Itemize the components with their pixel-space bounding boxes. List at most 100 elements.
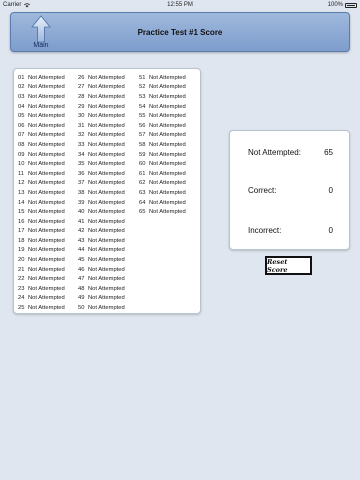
up-arrow-icon (31, 15, 51, 43)
question-status: Not Attempted (149, 170, 186, 177)
question-row: 38 Not Attempted (78, 188, 125, 198)
question-row: 47 Not Attempted (78, 274, 125, 284)
question-number: 09 (18, 151, 25, 158)
question-row: 62 Not Attempted (139, 179, 186, 189)
question-number: 64 (139, 199, 146, 206)
incorrect-label: Incorrect: (248, 225, 282, 235)
question-row: 46 Not Attempted (78, 265, 125, 275)
question-status: Not Attempted (28, 218, 65, 225)
question-status: Not Attempted (149, 113, 186, 120)
question-row: 33 Not Attempted (78, 140, 125, 150)
question-row: 12 Not Attempted (18, 179, 65, 189)
question-status: Not Attempted (149, 132, 186, 139)
not-attempted-value: 65 (324, 147, 333, 157)
question-row: 31 Not Attempted (78, 121, 125, 131)
question-number: 30 (78, 113, 85, 120)
question-number: 40 (78, 209, 85, 216)
question-status: Not Attempted (28, 276, 65, 283)
question-number: 31 (78, 122, 85, 129)
question-status: Not Attempted (149, 189, 186, 196)
question-row: 08 Not Attempted (18, 140, 65, 150)
main-button[interactable]: Main (27, 13, 55, 53)
question-status: Not Attempted (88, 189, 125, 196)
question-status: Not Attempted (28, 122, 65, 129)
question-row: 43 Not Attempted (78, 236, 125, 246)
question-status: Not Attempted (88, 84, 125, 91)
question-number: 36 (78, 170, 85, 177)
question-status: Not Attempted (28, 151, 65, 158)
question-status: Not Attempted (28, 199, 65, 206)
question-number: 23 (18, 285, 25, 292)
question-number: 34 (78, 151, 85, 158)
question-row: 54 Not Attempted (139, 102, 186, 112)
question-number: 43 (78, 237, 85, 244)
question-row: 10 Not Attempted (18, 159, 65, 169)
not-attempted-row: Not Attempted: 65 (248, 146, 335, 158)
question-number: 63 (139, 189, 146, 196)
question-row: 63 Not Attempted (139, 188, 186, 198)
question-number: 25 (18, 305, 25, 312)
question-row: 61 Not Attempted (139, 169, 186, 179)
question-status: Not Attempted (88, 113, 125, 120)
question-status: Not Attempted (28, 209, 65, 216)
question-status: Not Attempted (149, 74, 186, 81)
question-number: 61 (139, 170, 146, 177)
battery-icon (345, 2, 357, 8)
question-row: 41 Not Attempted (78, 217, 125, 227)
question-number: 32 (78, 132, 85, 139)
question-row: 26 Not Attempted (78, 73, 125, 83)
reset-score-button[interactable]: Reset Score (265, 256, 312, 275)
question-number: 11 (18, 170, 25, 177)
question-row: 42 Not Attempted (78, 227, 125, 237)
question-row: 20 Not Attempted (18, 255, 65, 265)
question-number: 45 (78, 257, 85, 264)
question-row: 32 Not Attempted (78, 131, 125, 141)
question-status: Not Attempted (88, 305, 125, 312)
question-list-panel: 01 Not Attempted 02 Not Attempted 03 Not Atte… (13, 68, 201, 314)
question-row: 55 Not Attempted (139, 111, 186, 121)
question-status: Not Attempted (28, 237, 65, 244)
question-status: Not Attempted (88, 266, 125, 273)
incorrect-value: 0 (328, 225, 333, 235)
question-row: 27 Not Attempted (78, 83, 125, 93)
question-number: 14 (18, 199, 25, 206)
question-number: 47 (78, 276, 85, 283)
question-status: Not Attempted (88, 180, 125, 187)
question-column-1: 01 Not Attempted 02 Not Attempted 03 Not Atte… (18, 73, 65, 313)
question-number: 49 (78, 295, 85, 302)
question-status: Not Attempted (28, 257, 65, 264)
question-status: Not Attempted (88, 122, 125, 129)
question-status: Not Attempted (88, 285, 125, 292)
question-row: 21 Not Attempted (18, 265, 65, 275)
question-number: 20 (18, 257, 25, 264)
question-row: 53 Not Attempted (139, 92, 186, 102)
question-row: 36 Not Attempted (78, 169, 125, 179)
incorrect-row: Incorrect: 0 (248, 224, 335, 236)
question-row: 52 Not Attempted (139, 83, 186, 93)
question-status: Not Attempted (28, 305, 65, 312)
question-row: 05 Not Attempted (18, 111, 65, 121)
question-row: 35 Not Attempted (78, 159, 125, 169)
question-number: 12 (18, 180, 25, 187)
question-row: 30 Not Attempted (78, 111, 125, 121)
question-number: 55 (139, 113, 146, 120)
question-status: Not Attempted (149, 151, 186, 158)
question-status: Not Attempted (28, 295, 65, 302)
status-bar: Carrier 12:55 PM 100% (0, 0, 360, 10)
question-number: 16 (18, 218, 25, 225)
question-column-2: 26 Not Attempted 27 Not Attempted 28 Not Atte… (78, 73, 125, 313)
question-number: 04 (18, 103, 25, 110)
question-number: 57 (139, 132, 146, 139)
question-number: 06 (18, 122, 25, 129)
question-status: Not Attempted (88, 247, 125, 254)
question-row: 18 Not Attempted (18, 236, 65, 246)
question-number: 51 (139, 74, 146, 81)
question-row: 60 Not Attempted (139, 159, 186, 169)
question-status: Not Attempted (28, 84, 65, 91)
correct-value: 0 (328, 185, 333, 195)
question-status: Not Attempted (28, 247, 65, 254)
question-status: Not Attempted (28, 141, 65, 148)
question-number: 41 (78, 218, 85, 225)
question-number: 22 (18, 276, 25, 283)
question-number: 35 (78, 161, 85, 168)
